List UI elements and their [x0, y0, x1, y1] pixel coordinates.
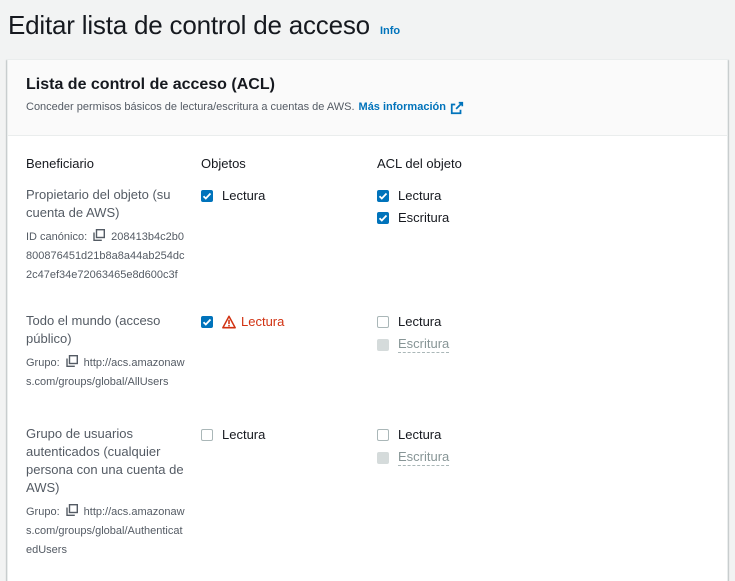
checkbox-label: Lectura	[222, 188, 266, 203]
warning-icon	[222, 315, 236, 328]
owner-acl-write-checkbox[interactable]: Escritura	[377, 210, 449, 225]
checkbox-label: Lectura	[398, 188, 442, 203]
checkbox-checked[interactable]	[377, 211, 389, 224]
group-label: Grupo:	[26, 506, 60, 518]
grantee-object-owner: Propietario del objeto (su cuenta de AWS…	[26, 186, 186, 285]
grantee-everyone: Todo el mundo (acceso público) Grupo: htt…	[26, 312, 186, 392]
external-link-icon[interactable]	[450, 101, 464, 115]
column-header-object-acl: ACL del objeto	[377, 156, 462, 171]
authenticated-objects-read-checkbox[interactable]: Lectura	[201, 427, 265, 442]
copy-icon[interactable]	[93, 229, 106, 241]
learn-more-link[interactable]: Más información	[359, 101, 446, 113]
checkbox-label: Lectura	[398, 427, 442, 442]
checkbox-checked[interactable]	[377, 189, 389, 202]
authenticated-acl-read-checkbox[interactable]: Lectura	[377, 427, 441, 442]
panel-title: Lista de control de acceso (ACL)	[26, 76, 275, 93]
owner-objects-read-checkbox[interactable]: Lectura	[201, 188, 265, 203]
grantee-group: Grupo: http://acs.amazonaws.com/groups/gl…	[26, 354, 186, 392]
grantee-canonical-id: ID canónico: 208413b4c2b0800876451d21b8a8…	[26, 228, 186, 285]
check-icon	[202, 318, 212, 326]
column-header-objects: Objetos	[201, 156, 246, 171]
checkbox-unchecked[interactable]	[377, 428, 389, 441]
checkbox-disabled	[377, 451, 389, 464]
info-link[interactable]: Info	[380, 25, 400, 37]
checkbox-label: Escritura	[398, 210, 450, 225]
checkbox-label: Lectura	[222, 427, 266, 442]
grantee-group: Grupo: http://acs.amazonaws.com/groups/gl…	[26, 503, 186, 560]
owner-acl-read-checkbox[interactable]: Lectura	[377, 188, 441, 203]
checkbox-unchecked[interactable]	[377, 315, 389, 328]
checkbox-label: Lectura	[398, 314, 442, 329]
grantee-name: Grupo de usuarios autenticados (cualquie…	[26, 426, 184, 495]
check-icon	[378, 192, 388, 200]
authenticated-acl-write-checkbox: Escritura	[377, 449, 450, 466]
everyone-acl-read-checkbox[interactable]: Lectura	[377, 314, 441, 329]
checkbox-unchecked[interactable]	[201, 428, 213, 441]
check-icon	[378, 214, 388, 222]
checkbox-label-disabled: Escritura	[398, 336, 450, 353]
page-title: Editar lista de control de acceso	[8, 10, 370, 40]
checkbox-label-disabled: Escritura	[398, 449, 450, 466]
everyone-objects-read-checkbox[interactable]: Lectura	[201, 314, 284, 329]
checkbox-disabled	[377, 338, 389, 351]
checkbox-checked[interactable]	[201, 189, 213, 202]
panel-header: Lista de control de acceso (ACL) Concede…	[8, 60, 727, 136]
panel-description: Conceder permisos básicos de lectura/esc…	[26, 99, 727, 115]
everyone-acl-write-checkbox: Escritura	[377, 336, 450, 353]
check-icon	[202, 192, 212, 200]
grantee-authenticated-users: Grupo de usuarios autenticados (cualquie…	[26, 425, 186, 560]
copy-icon[interactable]	[65, 355, 78, 367]
acl-panel: Lista de control de acceso (ACL) Concede…	[7, 59, 728, 581]
page-header: Editar lista de control de acceso Info	[8, 10, 400, 41]
checkbox-checked[interactable]	[201, 315, 213, 328]
grantee-name: Propietario del objeto (su cuenta de AWS…	[26, 187, 171, 220]
copy-icon[interactable]	[65, 504, 78, 516]
column-header-grantee: Beneficiario	[26, 156, 94, 171]
group-label: Grupo:	[26, 357, 60, 369]
panel-description-text: Conceder permisos básicos de lectura/esc…	[26, 101, 355, 113]
checkbox-label-warning: Lectura	[241, 314, 285, 329]
grantee-name: Todo el mundo (acceso público)	[26, 313, 161, 346]
canonical-id-label: ID canónico:	[26, 231, 88, 243]
